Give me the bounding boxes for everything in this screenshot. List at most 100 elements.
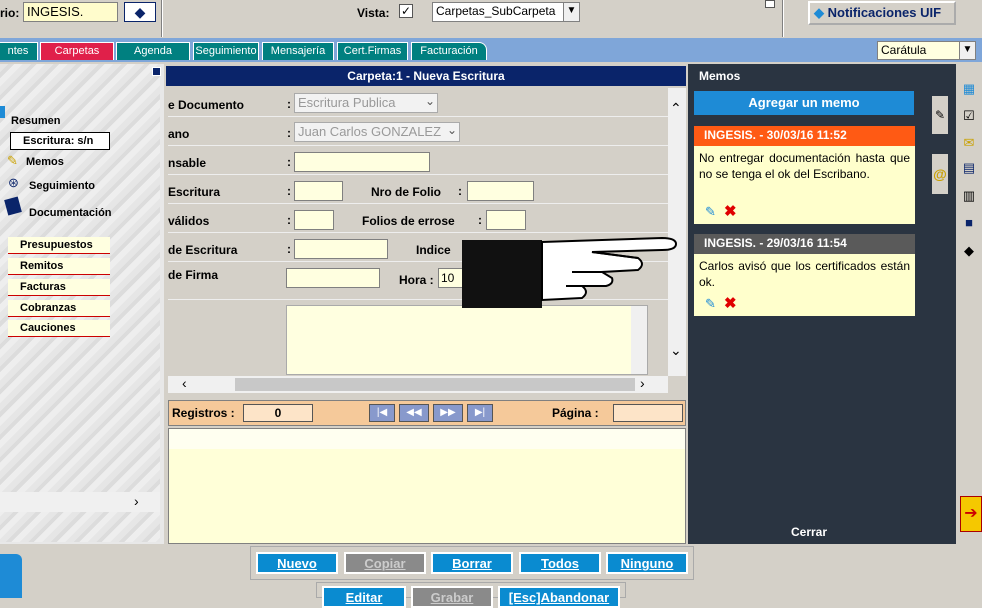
last-page-icon[interactable]: ▶|	[467, 404, 493, 422]
colon: :	[287, 242, 291, 256]
main-tabs: ntes Carpetas Agenda Seguimiento Mensaje…	[0, 38, 982, 62]
scroll-right-icon[interactable]: ›	[640, 375, 645, 391]
tab-facturacion[interactable]: Facturación	[411, 42, 487, 60]
grabar-button[interactable]: Grabar	[411, 586, 493, 608]
mail-icon[interactable]: ✉	[961, 135, 977, 151]
cerrar-button[interactable]: Cerrar	[688, 525, 930, 543]
memos-link[interactable]: Memos	[26, 156, 64, 168]
cauciones-button[interactable]: Cauciones	[8, 320, 110, 337]
copiar-button[interactable]: Copiar	[344, 552, 426, 574]
document-icon[interactable]: ◆	[961, 243, 977, 259]
seguimiento-icon: ⊛	[8, 175, 19, 190]
pointing-hand-cursor-icon	[462, 236, 678, 308]
colon: :	[287, 97, 291, 111]
tipo-documento-row: e Documento : Escritura Publica ⌄	[168, 88, 668, 117]
chevron-down-icon: ▼	[563, 3, 579, 21]
fecha-escritura-field[interactable]	[294, 239, 388, 259]
editar-button[interactable]: Editar	[322, 586, 406, 608]
scroll-down-icon[interactable]: ⌄	[670, 342, 682, 359]
resumen-link[interactable]: Resumen	[11, 115, 61, 127]
book-icon[interactable]: ■	[961, 215, 977, 231]
facturas-button[interactable]: Facturas	[8, 279, 110, 296]
scroll-up-icon[interactable]: ⌃	[670, 100, 682, 117]
chevron-down-icon: ▼	[959, 42, 975, 59]
escribano-select[interactable]: Juan Carlos GONZALEZ ⌄	[294, 122, 460, 142]
escribano-label: ano	[168, 127, 190, 141]
memos-header: Memos	[699, 69, 741, 83]
notificaciones-uif-button[interactable]: ◆ Notificaciones UIF	[808, 1, 956, 25]
colon: :	[287, 184, 291, 198]
remitos-button[interactable]: Remitos	[8, 258, 110, 275]
fecha-firma-field[interactable]	[286, 268, 380, 288]
checklist-icon[interactable]: ☑	[961, 108, 977, 124]
ninguno-button[interactable]: Ninguno	[606, 552, 688, 574]
memos-icon: ✎	[7, 153, 18, 168]
scroll-thumb[interactable]	[235, 378, 635, 391]
tab-carpetas[interactable]: Carpetas	[40, 42, 114, 60]
nro-escritura-field[interactable]	[294, 181, 343, 201]
observaciones-textarea[interactable]	[286, 305, 648, 375]
documentacion-link[interactable]: Documentación	[29, 207, 112, 219]
registros-label: Registros :	[172, 406, 235, 420]
delete-memo-icon[interactable]: ✖	[724, 202, 737, 220]
user-label: rio:	[0, 6, 20, 20]
fecha-firma-label: de Firma	[168, 268, 219, 282]
next-page-icon[interactable]: ▶▶	[433, 404, 463, 422]
colon: :	[478, 213, 482, 227]
abandonar-button[interactable]: [Esc]Abandonar	[498, 586, 620, 608]
user-field[interactable]: INGESIS.	[23, 2, 118, 22]
caratula-select[interactable]: Carátula ▼	[877, 41, 976, 60]
calculator-icon[interactable]: ▦	[961, 81, 977, 97]
nuevo-button[interactable]: Nuevo	[256, 552, 338, 574]
nro-folio-field[interactable]	[467, 181, 534, 201]
restore-icon[interactable]	[765, 0, 775, 8]
cobranzas-button[interactable]: Cobranzas	[8, 300, 110, 317]
prev-page-icon[interactable]: ◀◀	[399, 404, 429, 422]
email-tab-icon[interactable]: @	[932, 154, 948, 194]
folios-validos-label: válidos	[168, 214, 210, 228]
registros-bar: Registros : 0 |◀ ◀◀ ▶▶ ▶| Página :	[168, 400, 686, 426]
folios-validos-field[interactable]	[294, 210, 334, 230]
arrow-right-icon[interactable]: ➔	[960, 496, 982, 532]
responsable-label: nsable	[168, 156, 207, 170]
folios-errose-field[interactable]	[486, 210, 526, 230]
edit-memo-icon[interactable]: ✎	[705, 204, 716, 220]
delete-memo-icon[interactable]: ✖	[724, 294, 737, 312]
todos-button[interactable]: Todos	[519, 552, 601, 574]
tool-icon[interactable]	[0, 554, 22, 598]
scroll-right-icon[interactable]: ›	[134, 493, 139, 509]
tab-mensajeria[interactable]: Mensajería	[262, 42, 334, 60]
presupuestos-button[interactable]: Presupuestos	[8, 237, 110, 254]
vista-checkbox[interactable]: ✓	[399, 4, 413, 18]
tab-agenda[interactable]: Agenda	[116, 42, 190, 60]
horizontal-scrollbar[interactable]: ›	[0, 492, 160, 512]
vista-select[interactable]: Carpetas_SubCarpeta ▼	[432, 2, 580, 22]
responsable-field[interactable]	[294, 152, 430, 172]
minimize-icon[interactable]	[152, 67, 161, 76]
form-icon[interactable]: ▤	[961, 160, 977, 176]
tab-clientes[interactable]: ntes	[0, 42, 38, 60]
chevron-down-icon: ⌄	[424, 94, 435, 108]
registros-count: 0	[243, 404, 313, 422]
form-horizontal-scrollbar[interactable]: ‹ ›	[168, 375, 668, 393]
seguimiento-link[interactable]: Seguimiento	[29, 180, 95, 192]
calculator-2-icon[interactable]: ▥	[961, 188, 977, 204]
tab-seguimiento[interactable]: Seguimiento	[193, 42, 259, 60]
memo-tab-icon[interactable]: ✎	[932, 96, 948, 134]
edit-memo-icon[interactable]: ✎	[705, 296, 716, 312]
folios-errose-label: Folios de errose	[362, 214, 455, 228]
bottom-bar: Nuevo Copiar Borrar Todos Ninguno Editar…	[0, 544, 982, 608]
scroll-left-icon[interactable]: ‹	[182, 375, 187, 391]
add-memo-button[interactable]: Agregar un memo	[694, 91, 914, 115]
switch-user-icon[interactable]: ◆	[124, 2, 156, 22]
memo-card: INGESIS. - 29/03/16 11:54 Carlos avisó q…	[694, 234, 915, 316]
tipo-documento-select[interactable]: Escritura Publica ⌄	[294, 93, 438, 113]
nro-escritura-row: Escritura : Nro de Folio :	[168, 175, 668, 204]
textarea-scrollbar[interactable]	[631, 306, 647, 374]
escribano-row: ano : Juan Carlos GONZALEZ ⌄	[168, 117, 668, 146]
tab-cert-firmas[interactable]: Cert.Firmas	[337, 42, 408, 60]
first-page-icon[interactable]: |◀	[369, 404, 395, 422]
pagina-field[interactable]	[613, 404, 683, 422]
escritura-badge[interactable]: Escritura: s/n	[10, 132, 110, 150]
borrar-button[interactable]: Borrar	[431, 552, 513, 574]
